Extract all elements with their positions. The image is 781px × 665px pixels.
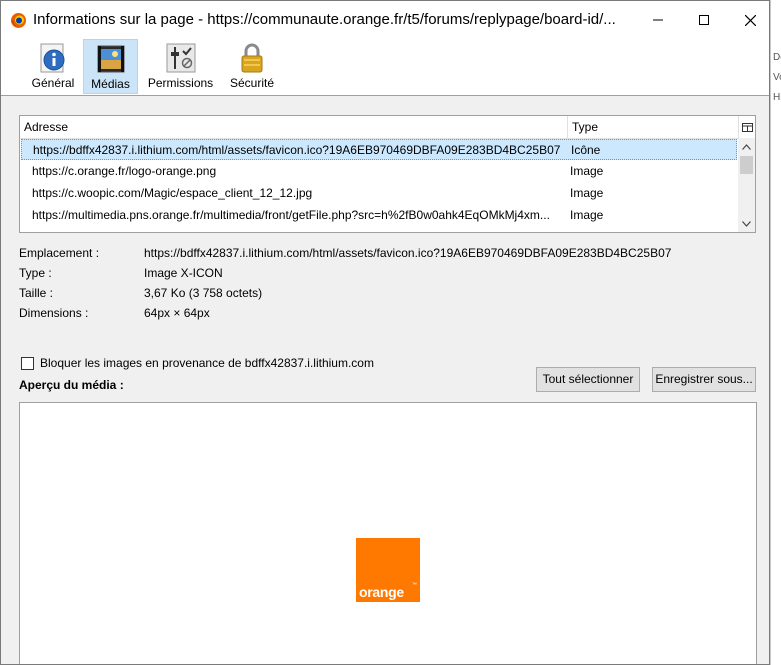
tab-general[interactable]: Général: [26, 39, 80, 94]
close-button[interactable]: [727, 1, 769, 39]
property-value: 64px × 64px: [144, 306, 210, 320]
list-item-address: https://c.woopic.com/Magic/espace_client…: [32, 186, 313, 200]
background-text-fragment: De: [773, 52, 781, 63]
tab-toolbar: Général Médias Permissions Sécurité: [1, 39, 769, 96]
list-item-type: Image: [570, 186, 604, 200]
column-header-type[interactable]: Type: [568, 116, 738, 138]
chevron-down-icon: [742, 220, 751, 227]
permissions-icon: [166, 43, 195, 73]
block-images-label[interactable]: Bloquer les images en provenance de bdff…: [40, 356, 374, 370]
column-picker-icon: [742, 122, 753, 132]
property-value: Image X-ICON: [144, 266, 223, 280]
background-text-fragment: Vo: [773, 72, 781, 83]
media-icon: [97, 45, 124, 73]
firefox-icon: [11, 13, 26, 28]
list-item-address: https://bdffx42837.i.lithium.com/html/as…: [33, 143, 561, 157]
page-info-dialog: Informations sur la page - https://commu…: [0, 0, 770, 665]
scroll-thumb[interactable]: [740, 156, 753, 174]
tab-securite-label: Sécurité: [229, 76, 275, 90]
tab-medias[interactable]: Médias: [83, 39, 138, 94]
column-header-address[interactable]: Adresse: [20, 116, 568, 138]
preview-title: Aperçu du média :: [19, 378, 124, 392]
tab-general-label: Général: [31, 76, 75, 90]
save-as-button[interactable]: Enregistrer sous...: [652, 367, 756, 392]
list-item-type: Image: [570, 208, 604, 222]
chevron-up-icon: [742, 143, 751, 150]
window-title: Informations sur la page - https://commu…: [33, 11, 616, 28]
list-item[interactable]: https://c.orange.fr/logo-orange.png Imag…: [21, 161, 737, 182]
tab-permissions[interactable]: Permissions: [143, 39, 218, 94]
tab-permissions-label: Permissions: [147, 76, 214, 90]
orange-logo-trademark: ™: [412, 582, 417, 588]
list-item-type: Icône: [571, 143, 601, 157]
tab-securite[interactable]: Sécurité: [224, 39, 280, 94]
property-label: Taille :: [19, 286, 54, 300]
orange-logo: orange ™: [356, 538, 420, 602]
tab-medias-label: Médias: [91, 77, 130, 91]
scroll-up-arrow[interactable]: [738, 138, 755, 155]
select-all-button[interactable]: Tout sélectionner: [536, 367, 640, 392]
minimize-icon: [653, 19, 663, 21]
scroll-down-arrow[interactable]: [738, 215, 755, 232]
list-item-address: https://multimedia.pns.orange.fr/multime…: [32, 208, 550, 222]
background-window-edge: De Vo Hi: [770, 0, 781, 665]
media-list-header: Adresse Type: [20, 116, 755, 139]
vertical-scrollbar[interactable]: [738, 138, 755, 232]
property-value: https://bdffx42837.i.lithium.com/html/as…: [144, 246, 672, 260]
close-icon: [744, 14, 756, 26]
media-preview: orange ™: [19, 402, 757, 664]
minimize-button[interactable]: [635, 1, 681, 39]
list-item[interactable]: https://c.woopic.com/Magic/espace_client…: [21, 183, 737, 204]
list-item[interactable]: https://multimedia.pns.orange.fr/multime…: [21, 205, 737, 226]
property-value: 3,67 Ko (3 758 octets): [144, 286, 263, 300]
title-bar: Informations sur la page - https://commu…: [1, 1, 769, 39]
column-picker-button[interactable]: [738, 116, 755, 138]
property-label: Type :: [19, 266, 52, 280]
padlock-icon: [241, 43, 263, 73]
property-label: Dimensions :: [19, 306, 89, 320]
list-item-address: https://c.orange.fr/logo-orange.png: [32, 164, 217, 178]
maximize-icon: [699, 15, 709, 25]
media-list[interactable]: Adresse Type https://bdffx42837.i.lithiu…: [19, 115, 756, 233]
list-item-type: Image: [570, 164, 604, 178]
property-label: Emplacement :: [19, 246, 100, 260]
orange-logo-text: orange: [359, 584, 404, 600]
maximize-button[interactable]: [681, 1, 727, 39]
block-images-checkbox[interactable]: [21, 357, 34, 370]
background-text-fragment: Hi: [773, 92, 781, 103]
list-item[interactable]: https://bdffx42837.i.lithium.com/html/as…: [21, 139, 737, 160]
info-icon: [40, 43, 65, 73]
